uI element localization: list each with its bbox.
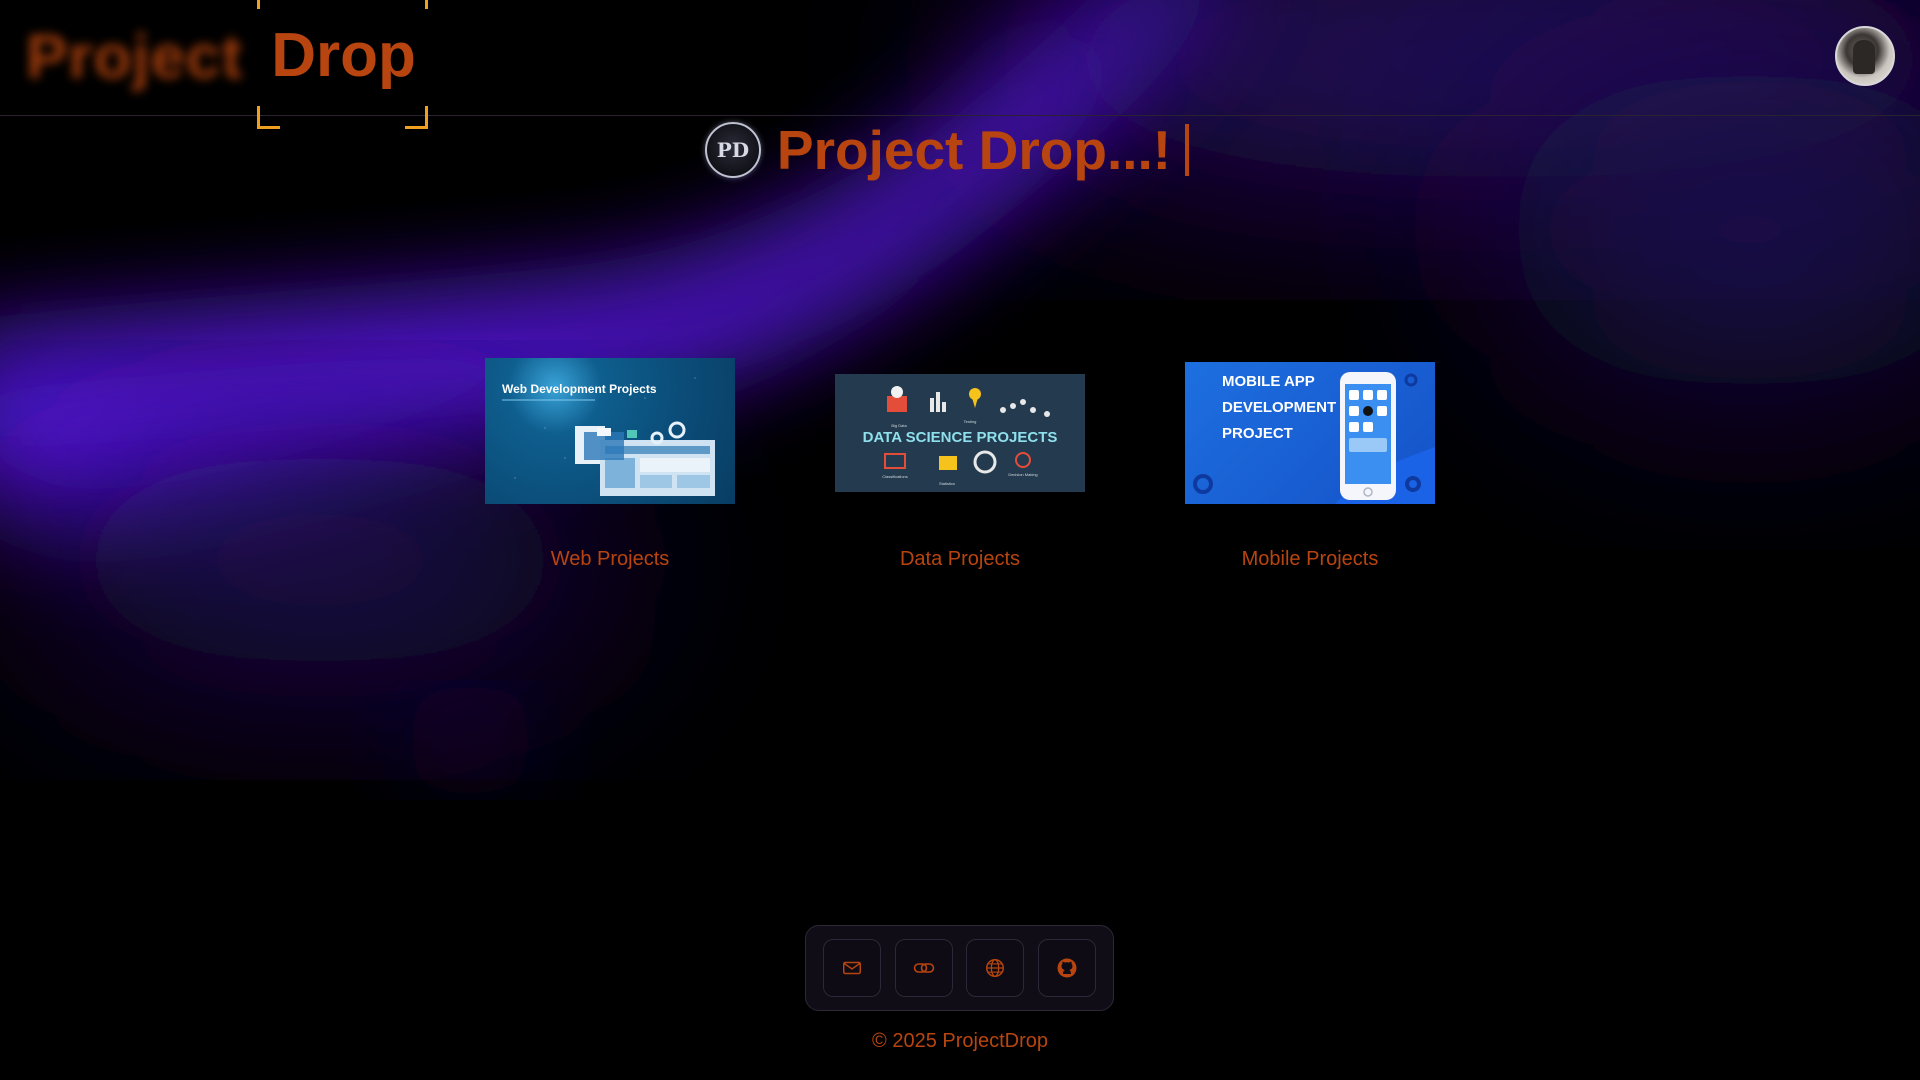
mail-icon: [842, 961, 861, 975]
mobile-image-line-3: PROJECT: [1222, 425, 1293, 442]
mail-button[interactable]: [822, 939, 881, 997]
data-image-label-big-data: Big Data: [891, 423, 907, 428]
hero-heading: PD Project Drop...!: [0, 118, 1920, 182]
card-web-projects[interactable]: Web Development Projects Web Projects: [485, 358, 735, 570]
data-projects-illustration: DATA SCIENCE PROJECTS Big Data Testing C…: [863, 386, 1058, 486]
link-icon: [913, 963, 934, 973]
card-label-data: Data Projects: [899, 548, 1021, 570]
site-logo[interactable]: Project Drop: [26, 0, 428, 129]
link-button[interactable]: [894, 939, 953, 997]
data-image-label-statistics: Statistics: [939, 481, 955, 486]
pd-logo-icon: PD: [704, 122, 761, 178]
project-categories: Web Development Projects Web Projects DA…: [0, 358, 1920, 598]
github-button[interactable]: [1038, 939, 1097, 997]
github-icon: [1057, 958, 1077, 978]
website-button[interactable]: [966, 939, 1025, 997]
logo-word-drop: Drop: [271, 21, 416, 90]
card-label-web: Web Projects: [550, 548, 670, 570]
mobile-image-line-1: MOBILE APP: [1222, 373, 1315, 390]
focus-corner-top-left: [257, 0, 280, 9]
typing-caret: [1185, 124, 1190, 176]
logo-word-drop-focus: Drop: [257, 0, 428, 129]
data-image-label-classifications: Classifications: [882, 474, 908, 479]
data-image-caption: DATA SCIENCE PROJECTS: [863, 429, 1058, 446]
card-mobile-projects[interactable]: MOBILE APP DEVELOPMENT PROJECT Mobile Pr: [1185, 358, 1435, 570]
mobile-image-line-2: DEVELOPMENT: [1222, 399, 1336, 416]
data-image-label-testing: Testing: [964, 419, 977, 424]
data-image-label-decision-making: Decision Making: [1008, 472, 1037, 477]
globe-icon: [986, 959, 1005, 977]
data-projects-image: DATA SCIENCE PROJECTS Big Data Testing C…: [835, 374, 1085, 492]
web-projects-image: Web Development Projects: [485, 358, 735, 504]
focus-corner-top-right: [405, 0, 428, 9]
social-links-bar: [805, 925, 1114, 1011]
top-navbar: Project Drop: [0, 0, 1920, 129]
copyright-text: © 2025 ProjectDrop: [872, 1030, 1048, 1052]
logo-word-project: Project: [26, 23, 244, 92]
user-avatar[interactable]: [1835, 26, 1895, 86]
card-data-projects[interactable]: DATA SCIENCE PROJECTS Big Data Testing C…: [835, 358, 1085, 570]
page: Project Drop PD Project Drop...! Web Dev…: [0, 0, 1920, 1080]
web-image-caption: Web Development Projects: [502, 382, 657, 396]
card-label-mobile: Mobile Projects: [1241, 548, 1379, 570]
hero-title: Project Drop...!: [776, 119, 1172, 181]
mobile-projects-illustration: MOBILE APP DEVELOPMENT PROJECT: [1193, 372, 1435, 504]
web-projects-illustration: Web Development Projects: [502, 377, 715, 496]
mobile-projects-image: MOBILE APP DEVELOPMENT PROJECT: [1185, 362, 1435, 504]
avatar-figure: [1853, 40, 1875, 74]
